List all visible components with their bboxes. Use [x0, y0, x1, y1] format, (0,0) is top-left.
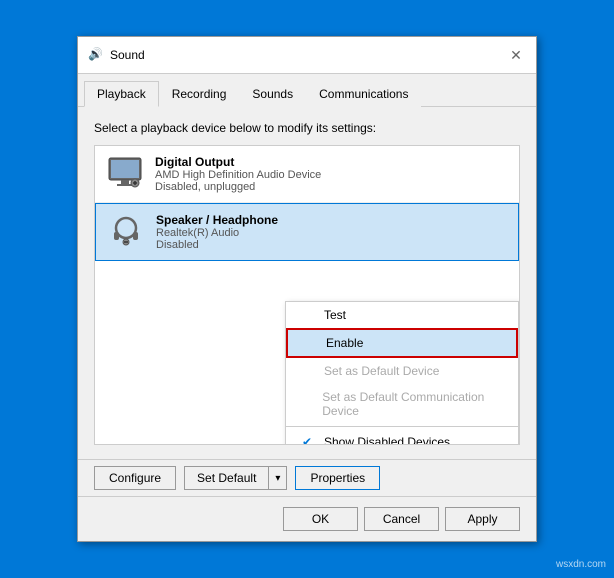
- close-button[interactable]: ✕: [506, 45, 526, 65]
- device-list[interactable]: Digital Output AMD High Definition Audio…: [94, 145, 520, 445]
- check-icon-show-disabled: ✔: [302, 435, 318, 445]
- ok-cancel-bar: OK Cancel Apply: [78, 496, 536, 541]
- check-icon-set-default: [302, 364, 318, 378]
- tab-sounds[interactable]: Sounds: [239, 81, 306, 107]
- menu-item-set-default: Set as Default Device: [286, 358, 518, 384]
- device-info-digital-output: Digital Output AMD High Definition Audio…: [155, 155, 509, 193]
- menu-item-set-default-comm: Set as Default Communication Device: [286, 384, 518, 424]
- menu-item-enable[interactable]: Enable: [286, 328, 518, 358]
- device-icon-digital-output: [105, 154, 145, 194]
- headphone-icon: [108, 214, 144, 250]
- tab-recording[interactable]: Recording: [159, 81, 240, 107]
- device-item-digital-output[interactable]: Digital Output AMD High Definition Audio…: [95, 146, 519, 203]
- description-text: Select a playback device below to modify…: [94, 121, 520, 135]
- menu-item-show-disabled[interactable]: ✔ Show Disabled Devices: [286, 429, 518, 445]
- device-button-bar: Configure Set Default ▾ Properties: [78, 459, 536, 496]
- apply-button[interactable]: Apply: [445, 507, 520, 531]
- check-icon-set-default-comm: [302, 397, 316, 411]
- properties-button[interactable]: Properties: [295, 466, 380, 490]
- device-detail-digital-output: AMD High Definition Audio Device: [155, 169, 509, 181]
- check-icon-test: [302, 308, 318, 322]
- menu-separator-1: [286, 426, 518, 427]
- device-detail-speaker-headphone: Realtek(R) Audio: [156, 227, 508, 239]
- tabs-container: Playback Recording Sounds Communications: [78, 74, 536, 107]
- device-status-speaker-headphone: Disabled: [156, 239, 508, 251]
- device-info-speaker-headphone: Speaker / Headphone Realtek(R) Audio Dis…: [156, 213, 508, 251]
- sound-dialog: 🔊 Sound ✕ Playback Recording Sounds Comm…: [77, 36, 537, 542]
- set-default-button[interactable]: Set Default: [185, 467, 268, 489]
- title-bar: 🔊 Sound ✕: [78, 37, 536, 74]
- dialog-title: Sound: [110, 48, 145, 62]
- device-icon-speaker-headphone: [106, 212, 146, 252]
- cancel-button[interactable]: Cancel: [364, 507, 439, 531]
- device-status-digital-output: Disabled, unplugged: [155, 181, 509, 193]
- ok-button[interactable]: OK: [283, 507, 358, 531]
- monitor-icon: [107, 156, 143, 192]
- device-name-speaker-headphone: Speaker / Headphone: [156, 213, 508, 227]
- set-default-arrow[interactable]: ▾: [268, 467, 286, 489]
- title-bar-left: 🔊 Sound: [88, 47, 145, 63]
- configure-button[interactable]: Configure: [94, 466, 176, 490]
- watermark: wsxdn.com: [556, 559, 606, 570]
- action-buttons: OK Cancel Apply: [283, 507, 520, 531]
- menu-label-set-default: Set as Default Device: [324, 364, 439, 378]
- menu-label-set-default-comm: Set as Default Communication Device: [322, 390, 502, 418]
- device-item-speaker-headphone[interactable]: Speaker / Headphone Realtek(R) Audio Dis…: [95, 203, 519, 261]
- menu-item-test[interactable]: Test: [286, 302, 518, 328]
- sound-icon: 🔊: [88, 47, 104, 63]
- main-content: Select a playback device below to modify…: [78, 107, 536, 459]
- device-name-digital-output: Digital Output: [155, 155, 509, 169]
- menu-label-enable: Enable: [326, 336, 363, 350]
- menu-label-show-disabled: Show Disabled Devices: [324, 435, 450, 445]
- set-default-group[interactable]: Set Default ▾: [184, 466, 287, 490]
- menu-label-test: Test: [324, 308, 346, 322]
- tab-playback[interactable]: Playback: [84, 81, 159, 107]
- context-menu: Test Enable Set as Default Device Set as…: [285, 301, 519, 445]
- tab-communications[interactable]: Communications: [306, 81, 421, 107]
- check-icon-enable: [304, 336, 320, 350]
